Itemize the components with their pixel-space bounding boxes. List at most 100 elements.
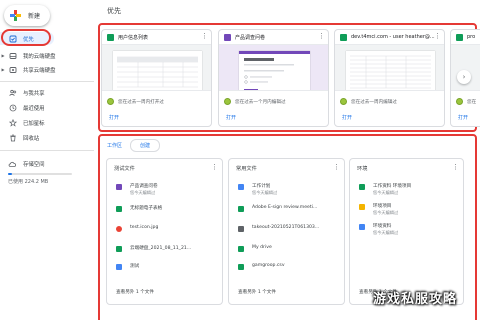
clock-icon [8,103,17,112]
workspace-file-row[interactable]: 测试 [116,263,139,270]
workspace-file-row[interactable]: 云端硬盘_2021_08_11_21... [116,245,191,252]
file-name: gamgroop.csv [252,263,285,268]
file-name: pro [467,34,476,40]
page-title: 优先 [107,7,121,15]
view-more-link[interactable]: 查看另外 1 个文件 [116,289,154,295]
sidebar-item-trash[interactable]: 回收站 [0,131,94,144]
workspace-file-row[interactable]: 无标题电子表格 [116,205,162,212]
people-icon [8,88,17,97]
more-vert-icon[interactable]: ⋮ [211,163,218,171]
docs-icon [116,264,122,270]
caret-right-icon[interactable]: ▶ [0,67,6,72]
open-link[interactable]: 打开 [109,114,119,121]
drive-icon [8,51,17,60]
open-link[interactable]: 打开 [226,114,236,121]
sidebar-item-storage[interactable]: 存储空间 [0,157,94,170]
tab-workspace[interactable]: 工作区 [101,140,128,151]
sidebar-item-label: 共享云端硬盘 [23,67,56,74]
file-name: takeout-20210521T061303... [252,225,320,230]
file-subtitle: 您今天编辑过 [373,230,399,235]
sidebar-item-my-drive[interactable]: ▶ 我的云端硬盘 [0,49,94,62]
view-more-link[interactable]: 查看另外 1 个文件 [238,289,276,295]
next-arrow-button[interactable]: › [457,70,471,84]
sidebar-item-label: 最近使用 [23,105,45,112]
file-name: 产品调查问卷 [130,184,158,189]
create-workspace-button[interactable]: 创建 [130,138,161,152]
slides-icon [359,204,365,210]
workspace-file-row[interactable]: test.icon.jpg [116,225,158,232]
workspace-file-row[interactable]: 产品调查问卷 您今天编辑过 [116,183,158,196]
sidebar: 新建 优先 ▶ 我的云端硬盘 ▶ 共享云端硬盘 与我共享 最近使用 已加星标 回… [0,0,94,320]
file-name: 工作资料 环境项目 [373,184,412,189]
docs-icon [238,184,244,190]
file-name: 环境资料 [373,224,392,229]
suggested-file-card[interactable]: 产品调查问卷 ⋮ 您在过去一个月内编辑过 打开 [218,29,329,127]
activity-text: 您在过去一个月内编辑过 [235,99,286,105]
workspace-file-row[interactable]: 环境资料 您今天编辑过 [359,223,398,236]
storage-bar [8,173,72,175]
new-button[interactable]: 新建 [4,5,50,26]
file-name: My drive [252,245,272,250]
file-subtitle: 您今天编辑过 [373,210,399,215]
file-thumbnail [219,44,328,91]
highlight-circle [1,29,51,46]
file-name: 工作计划 [252,184,271,189]
workspace-file-row[interactable]: 工作计划 您今天编辑过 [238,183,277,196]
file-name: 无标题电子表格 [130,206,163,211]
workspace-title[interactable]: 测试文件 [114,165,135,172]
sheets-icon [238,264,244,270]
star-icon [8,118,17,127]
workspace-file-row[interactable]: 工作资料 环境项目 您今天编辑过 [359,183,411,196]
sheets-icon [456,33,463,41]
more-vert-icon[interactable]: ⋮ [318,32,325,40]
shared-drive-icon [8,65,17,74]
workspace-file-row[interactable]: gamgroop.csv [238,263,285,270]
workspace-card: 环境 ⋮ 工作资料 环境项目 您今天编辑过 环境项目 您今天编辑过 环境资料 您今天编… [349,158,464,305]
workspace-title[interactable]: 环境 [357,165,367,172]
storage-bar-fill [8,173,12,175]
docs-icon [359,224,365,230]
workspace-file-row[interactable]: takeout-20210521T061303... [238,225,319,232]
sidebar-item-shared-with-me[interactable]: 与我共享 [0,86,94,99]
suggested-file-card[interactable]: dev.t4mci.com - user heather@... ⋮ 您在过去一… [334,29,445,127]
sheets-icon [238,206,244,212]
workspace-card: 测试文件 ⋮ 产品调查问卷 您今天编辑过 无标题电子表格 test.icon.jp… [106,158,223,305]
plus-icon [10,10,21,21]
file-subtitle: 您今天编辑过 [130,190,156,195]
avatar [224,98,231,105]
file-name: Adobe E-sign review.meeti... [252,205,318,210]
caret-right-icon[interactable]: ▶ [0,53,6,58]
sidebar-item-label: 我的云端硬盘 [23,53,56,60]
more-vert-icon[interactable]: ⋮ [201,32,208,40]
workspace-file-row[interactable]: 环境项目 您今天编辑过 [359,203,398,216]
sidebar-item-label: 回收站 [23,135,40,142]
file-thumbnail [102,44,211,91]
avatar [456,98,463,105]
more-vert-icon[interactable]: ⋮ [333,163,340,171]
sidebar-item-recent[interactable]: 最近使用 [0,101,94,114]
sidebar-item-label: 与我共享 [23,90,45,97]
more-vert-icon[interactable]: ⋮ [452,163,459,171]
avatar [340,98,347,105]
workspace-file-row[interactable]: Adobe E-sign review.meeti... [238,205,317,212]
file-name: 用户信息列表 [118,34,149,41]
sheets-icon [107,33,114,41]
open-link[interactable]: 打开 [458,114,468,121]
sidebar-item-shared-drives[interactable]: ▶ 共享云端硬盘 [0,63,94,76]
more-vert-icon[interactable]: ⋮ [434,32,441,40]
sheets-icon [238,246,244,252]
sidebar-item-starred[interactable]: 已加星标 [0,116,94,129]
workspace-title[interactable]: 常用文件 [236,165,257,172]
sheets-icon [359,184,365,190]
sheets-icon [116,246,122,252]
activity-text: 您在过去一周内打开过 [118,99,164,105]
file-name: 产品调查问卷 [235,34,266,41]
storage-used-text: 已使用 224.2 MB [8,179,49,185]
workspace-file-row[interactable]: My drive [238,245,272,252]
workspace-card: 常用文件 ⋮ 工作计划 您今天编辑过 Adobe E-sign review.me… [228,158,345,305]
open-link[interactable]: 打开 [342,114,352,121]
file-thumbnail [335,44,444,91]
cloud-icon [8,159,17,168]
sheets-icon [116,206,122,212]
suggested-file-card[interactable]: 用户信息列表 ⋮ 您在过去一周内打开过 打开 [101,29,212,127]
